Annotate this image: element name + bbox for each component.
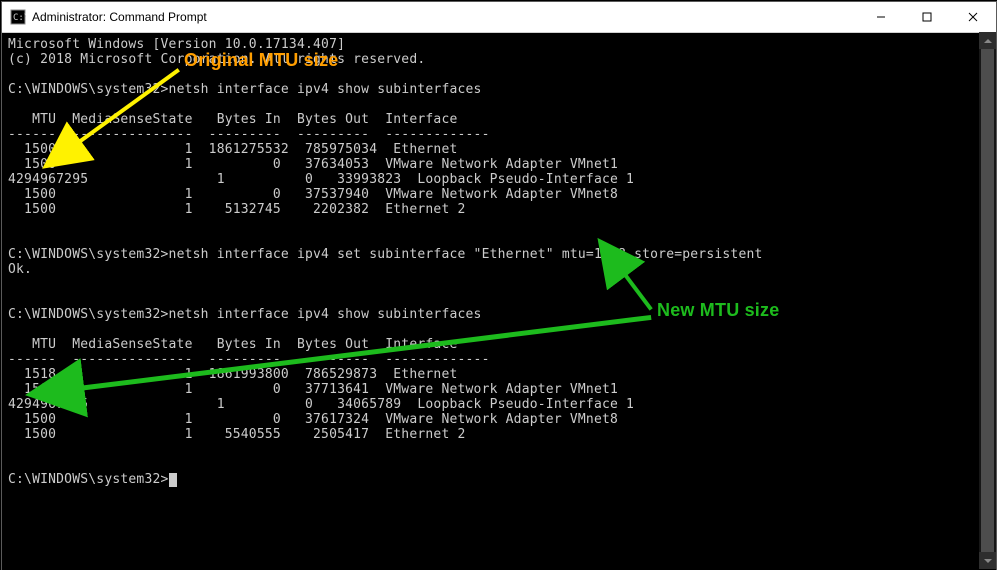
command-show-1: netsh interface ipv4 show subinterfaces — [169, 82, 482, 97]
table-header: MTU MediaSenseState Bytes In Bytes Out I… — [8, 337, 458, 352]
cmd-icon: C:\ — [10, 9, 26, 25]
table-row: 1500 1 0 37617324 VMware Network Adapter… — [8, 412, 618, 427]
command-prompt-window: C:\ Administrator: Command Prompt Micros… — [1, 1, 997, 570]
table-row: 4294967295 1 0 34065789 Loopback Pseudo-… — [8, 397, 634, 412]
scroll-track[interactable] — [979, 49, 996, 552]
table-row: 4294967295 1 0 33993823 Loopback Pseudo-… — [8, 172, 634, 187]
command-set: netsh interface ipv4 set subinterface "E… — [169, 247, 763, 262]
command-show-2: netsh interface ipv4 show subinterfaces — [169, 307, 482, 322]
maximize-button[interactable] — [904, 2, 950, 32]
vertical-scrollbar[interactable] — [979, 32, 996, 569]
table-row: 1500 1 0 37713641 VMware Network Adapter… — [8, 382, 618, 397]
copyright-line: (c) 2018 Microsoft Corporation. All righ… — [8, 52, 425, 67]
table-header: MTU MediaSenseState Bytes In Bytes Out I… — [8, 112, 458, 127]
close-button[interactable] — [950, 2, 996, 32]
table-divider: ------ --------------- --------- -------… — [8, 352, 490, 367]
table-row: 1500 1 1861275532 785975034 Ethernet — [8, 142, 458, 157]
table-row: 1500 1 5540555 2505417 Ethernet 2 — [8, 427, 466, 442]
scroll-down-button[interactable] — [979, 552, 996, 569]
table-row: 1518 1 1861993800 786529873 Ethernet — [8, 367, 458, 382]
table-row: 1500 1 0 37537940 VMware Network Adapter… — [8, 187, 618, 202]
minimize-button[interactable] — [858, 2, 904, 32]
table-row: 1500 1 5132745 2202382 Ethernet 2 — [8, 202, 466, 217]
svg-text:C:\: C:\ — [13, 13, 26, 23]
prompt: C:\WINDOWS\system32> — [8, 472, 169, 487]
table-divider: ------ --------------- --------- -------… — [8, 127, 490, 142]
prompt: C:\WINDOWS\system32> — [8, 247, 169, 262]
scroll-up-button[interactable] — [979, 32, 996, 49]
prompt: C:\WINDOWS\system32> — [8, 82, 169, 97]
terminal-output[interactable]: Microsoft Windows [Version 10.0.17134.40… — [2, 33, 996, 570]
titlebar[interactable]: C:\ Administrator: Command Prompt — [2, 2, 996, 33]
table-row: 1500 1 0 37634053 VMware Network Adapter… — [8, 157, 618, 172]
version-line: Microsoft Windows [Version 10.0.17134.40… — [8, 37, 345, 52]
scroll-thumb[interactable] — [981, 49, 994, 552]
window-title: Administrator: Command Prompt — [32, 10, 858, 24]
window-controls — [858, 2, 996, 32]
cursor — [169, 473, 177, 487]
response-ok: Ok. — [8, 262, 32, 277]
prompt: C:\WINDOWS\system32> — [8, 307, 169, 322]
